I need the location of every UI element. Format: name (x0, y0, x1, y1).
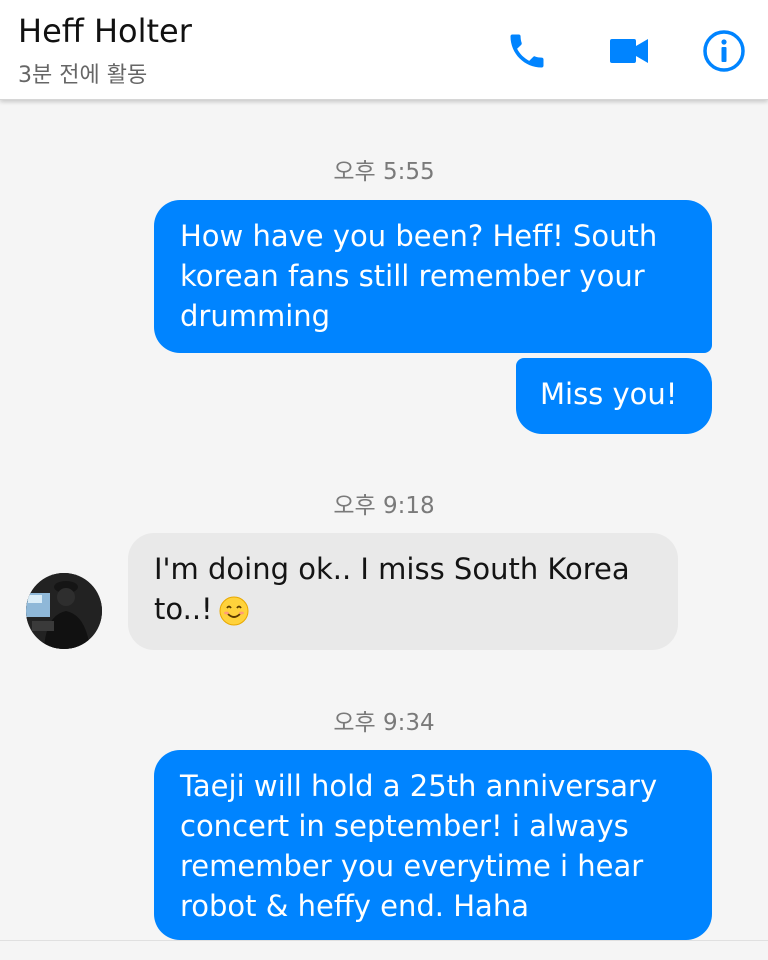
outgoing-message[interactable]: Miss you! (516, 358, 712, 434)
outgoing-message[interactable]: Taeji will hold a 25th anniversary conce… (154, 750, 712, 940)
info-icon[interactable] (697, 24, 751, 78)
active-status: 3분 전에 활동 (18, 63, 148, 88)
message-timestamp: 오후 5:55 (333, 159, 435, 185)
smiling-face-emoji (219, 596, 249, 626)
contact-name[interactable]: Heff Holter (18, 12, 192, 50)
message-thread[interactable]: 오후 5:55 How have you been? Heff! South k… (0, 100, 768, 960)
message-timestamp: 오후 9:18 (333, 493, 435, 519)
message-timestamp: 오후 9:34 (333, 710, 435, 736)
outgoing-message[interactable]: How have you been? Heff! South korean fa… (154, 200, 712, 353)
phone-icon[interactable] (500, 24, 554, 78)
incoming-message[interactable]: I'm doing ok.. I miss South Korea to..! (128, 533, 678, 650)
conversation-header: Heff Holter 3분 전에 활동 (0, 0, 768, 100)
composer-divider (0, 940, 768, 941)
contact-avatar[interactable] (26, 573, 102, 649)
video-camera-icon[interactable] (602, 24, 656, 78)
